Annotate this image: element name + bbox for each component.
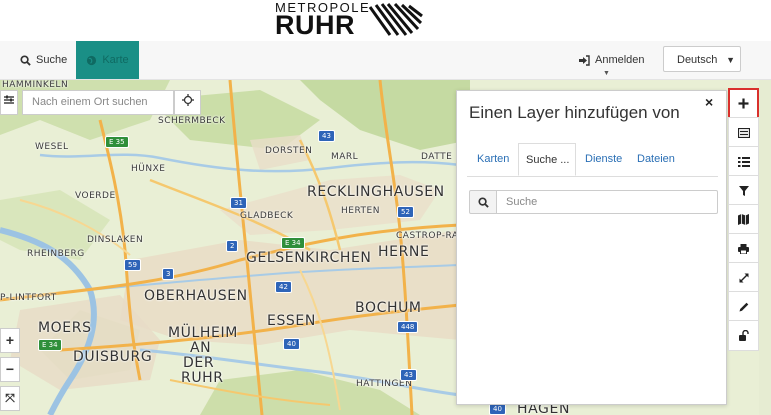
layer-catalog-button[interactable] xyxy=(728,117,759,148)
road-shield: 448 xyxy=(397,321,419,333)
city-label: ESSEN xyxy=(267,313,316,329)
city-label: AN xyxy=(190,340,212,356)
city-label: GLADBECK xyxy=(240,211,294,221)
nav-search-label: Suche xyxy=(36,54,68,66)
navbar: Suche Karte Anmelden ▼ Deutsch ▼ xyxy=(0,41,771,80)
catalog-icon xyxy=(737,127,750,138)
language-select[interactable]: Deutsch ▼ xyxy=(663,46,741,72)
road-shield: 2 xyxy=(226,240,239,252)
metropole-ruhr-logo: METROPOLE RUHR xyxy=(275,1,425,39)
city-label: DORSTEN xyxy=(265,146,313,156)
expand-icon xyxy=(739,273,748,282)
zoom-in-button[interactable]: + xyxy=(0,328,20,353)
nav-login-button[interactable]: Anmelden ▼ xyxy=(578,41,645,79)
zoom-out-button[interactable]: − xyxy=(0,357,20,382)
city-label: DATTE xyxy=(421,152,453,162)
road-shield: 43 xyxy=(318,130,335,142)
search-icon xyxy=(20,54,31,66)
city-label: HAMMINKELN xyxy=(2,80,69,90)
road-shield: E 35 xyxy=(105,136,129,148)
city-label: HERTEN xyxy=(341,206,380,216)
road-shield: 3 xyxy=(162,268,175,280)
map-menu-button[interactable] xyxy=(0,90,18,115)
city-label: DUISBURG xyxy=(73,349,153,365)
sign-in-icon xyxy=(579,54,590,66)
map-icon xyxy=(738,214,749,225)
place-search-input[interactable]: Nach einem Ort suchen xyxy=(22,90,174,115)
select-arrow-icon: ▼ xyxy=(726,55,735,65)
tab-maps[interactable]: Karten xyxy=(477,143,509,176)
tab-files[interactable]: Dateien xyxy=(637,143,675,176)
tab-services[interactable]: Dienste xyxy=(585,143,622,176)
nav-map-tab[interactable]: Karte xyxy=(76,41,139,79)
city-label: MÜLHEIM xyxy=(168,325,238,341)
road-shield: E 34 xyxy=(38,339,62,351)
city-label: RHEINBERG xyxy=(27,249,85,259)
road-shield: E 34 xyxy=(281,237,305,249)
add-layer-panel: Einen Layer hinzufügen von × Karten Such… xyxy=(456,90,727,405)
locate-button[interactable] xyxy=(174,90,201,115)
road-shield: 31 xyxy=(230,197,247,209)
city-label: RECKLINGHAUSEN xyxy=(307,184,445,200)
road-shield: 52 xyxy=(397,206,414,218)
unlock-button[interactable] xyxy=(728,320,759,351)
layer-search-button[interactable] xyxy=(469,190,497,214)
logo-stripes-icon xyxy=(368,3,423,36)
city-label: GELSENKIRCHEN xyxy=(246,250,372,266)
city-label: VOERDE xyxy=(75,191,116,201)
city-label: HÜNXE xyxy=(131,164,166,174)
add-layer-button[interactable] xyxy=(728,88,759,119)
city-label: OBERHAUSEN xyxy=(144,288,248,304)
road-shield: 59 xyxy=(124,259,141,271)
draw-button[interactable] xyxy=(728,291,759,322)
measure-button[interactable] xyxy=(728,262,759,293)
nav-search-link[interactable]: Suche xyxy=(20,41,67,79)
panel-tabs: Karten Suche ... Dienste Dateien xyxy=(467,143,718,177)
city-label: WESEL xyxy=(35,142,69,152)
city-label: SCHERMBECK xyxy=(158,116,226,126)
crosshair-icon xyxy=(181,94,194,106)
legend-button[interactable] xyxy=(728,146,759,177)
city-label: DINSLAKEN xyxy=(87,235,144,245)
road-shield: 43 xyxy=(400,369,417,381)
road-shield: 42 xyxy=(275,281,292,293)
filter-icon xyxy=(738,185,749,196)
layer-search: Suche xyxy=(469,190,718,214)
pencil-icon xyxy=(739,302,748,311)
fullscreen-button[interactable]: ⤧ xyxy=(0,386,20,411)
search-icon xyxy=(477,196,489,208)
map-button[interactable] xyxy=(728,204,759,235)
unlock-icon xyxy=(738,330,749,341)
filter-button[interactable] xyxy=(728,175,759,206)
layer-search-input[interactable]: Suche xyxy=(497,190,718,214)
print-button[interactable] xyxy=(728,233,759,264)
city-label: P-LINTFORT xyxy=(0,293,57,303)
list-icon xyxy=(737,156,750,167)
city-label: MARL xyxy=(331,152,359,162)
panel-title: Einen Layer hinzufügen von xyxy=(469,103,680,122)
caret-down-icon: ▼ xyxy=(603,70,610,77)
close-icon[interactable]: × xyxy=(705,94,713,110)
language-value: Deutsch xyxy=(677,54,718,66)
city-label: MOERS xyxy=(38,320,92,336)
globe-icon xyxy=(87,55,97,65)
road-shield: 40 xyxy=(283,338,300,350)
sliders-icon xyxy=(4,95,14,104)
city-label: RUHR xyxy=(181,370,224,386)
tab-search[interactable]: Suche ... xyxy=(518,143,576,176)
city-label: CASTROP-RA xyxy=(396,231,459,241)
map-search-bar: Nach einem Ort suchen xyxy=(0,90,201,115)
plus-icon xyxy=(738,98,749,109)
city-label: DER xyxy=(183,355,215,371)
city-label: BOCHUM xyxy=(355,300,422,316)
logo-main-text: RUHR xyxy=(275,10,355,40)
print-icon xyxy=(738,243,749,254)
nav-map-label: Karte xyxy=(102,54,129,66)
city-label: HERNE xyxy=(378,244,430,260)
